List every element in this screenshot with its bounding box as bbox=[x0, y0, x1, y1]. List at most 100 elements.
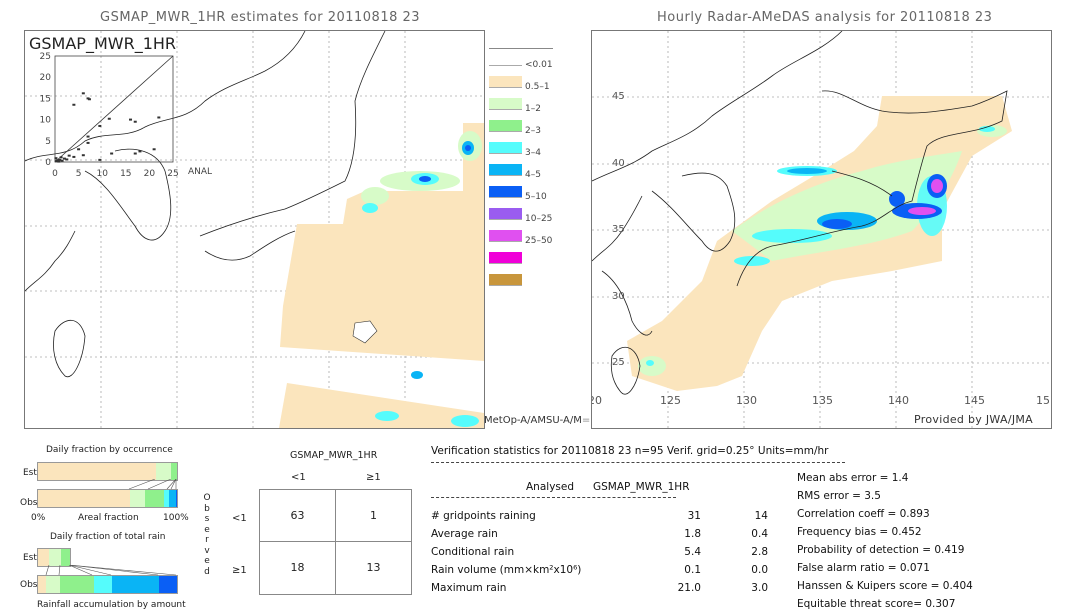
bar-segment bbox=[93, 576, 112, 593]
score-item: False alarm ratio = 0.071 bbox=[797, 562, 930, 574]
total-rain-obs-bar bbox=[37, 575, 178, 594]
stats-analysed: 1.8 bbox=[684, 528, 701, 540]
bar-segment bbox=[48, 549, 61, 566]
scatter-point bbox=[77, 148, 81, 151]
inset-ytick: 20 bbox=[40, 73, 52, 83]
legend-swatch bbox=[489, 120, 522, 132]
data-credit: Provided by JWA/JMA bbox=[914, 413, 1033, 426]
legend-item bbox=[489, 269, 553, 291]
lat-tick: 40 bbox=[612, 158, 625, 169]
score-item: Equitable threat score= 0.307 bbox=[797, 598, 956, 610]
score-item: Hanssen & Kuipers score = 0.404 bbox=[797, 580, 973, 592]
scatter-point bbox=[157, 116, 161, 119]
stats-label: Conditional rain bbox=[431, 546, 515, 558]
scatter-point bbox=[54, 157, 58, 160]
scatter-point bbox=[59, 156, 63, 159]
inset-scatter: 0 5 10 15 20 25 0 5 10 15 20 25 bbox=[40, 52, 179, 179]
legend-item: 0.5–1 bbox=[489, 71, 553, 93]
legend-swatch bbox=[489, 274, 522, 286]
bar-segment bbox=[60, 549, 70, 566]
cell-misses: 18 bbox=[290, 561, 305, 574]
legend-swatch bbox=[489, 76, 522, 88]
stats-model: 14 bbox=[754, 510, 768, 522]
contingency-grid: 63 1 18 13 bbox=[259, 489, 412, 595]
total-rain-title: Daily fraction of total rain bbox=[50, 532, 166, 542]
scatter-point bbox=[98, 158, 102, 161]
stats-analysed: 21.0 bbox=[677, 582, 701, 594]
bar-segment bbox=[38, 463, 157, 480]
contingency-table: GSMAP_MWR_1HR <1 ≥1 Observed <1 ≥1 63 1 … bbox=[195, 440, 425, 612]
verification-header: Verification statistics for 20110818 23 … bbox=[431, 445, 829, 457]
occurrence-x-left: 0% bbox=[31, 513, 46, 523]
col-model: GSMAP_MWR_1HR bbox=[593, 481, 690, 493]
legend-label: 3–4 bbox=[525, 148, 541, 158]
legend-swatch bbox=[489, 252, 522, 264]
contingency-row-lt: <1 bbox=[232, 513, 247, 524]
bar-segment bbox=[156, 463, 172, 480]
scatter-point bbox=[86, 135, 90, 138]
legend-label: 4–5 bbox=[525, 170, 541, 180]
total-rain-connectors bbox=[45, 565, 177, 576]
legend-item: 2–3 bbox=[489, 115, 553, 137]
cell-hits: 13 bbox=[366, 561, 381, 574]
lon-tick: 140 bbox=[888, 394, 909, 407]
inset-points bbox=[54, 92, 161, 163]
inset-xtick: 20 bbox=[144, 169, 156, 179]
occurrence-title: Daily fraction by occurrence bbox=[46, 445, 173, 455]
legend-swatch bbox=[489, 164, 522, 176]
legend-item: 1–2 bbox=[489, 93, 553, 115]
inset-ytick: 25 bbox=[40, 52, 51, 62]
score-item: Mean abs error = 1.4 bbox=[797, 472, 909, 484]
observed-letter: O bbox=[203, 493, 211, 503]
right-map-title: Hourly Radar-AMeDAS analysis for 2011081… bbox=[657, 10, 993, 25]
legend-label: 1–2 bbox=[525, 104, 541, 114]
bar-segment bbox=[145, 490, 165, 507]
stats-analysed: 5.4 bbox=[684, 546, 701, 558]
observed-letter: r bbox=[205, 535, 209, 545]
one-to-one-line bbox=[54, 55, 174, 163]
contingency-row-ge: ≥1 bbox=[232, 565, 247, 576]
stats-row: # gridpoints raining 31 14 bbox=[431, 510, 771, 526]
lat-tick: 30 bbox=[612, 291, 625, 302]
scatter-point bbox=[87, 98, 91, 101]
inset-ytick: 15 bbox=[40, 94, 51, 104]
stats-label: # gridpoints raining bbox=[431, 510, 536, 522]
col-analysed: Analysed bbox=[526, 481, 574, 493]
legend-swatch bbox=[489, 54, 522, 66]
legend-item bbox=[489, 247, 553, 269]
occurrence-x-right: 100% bbox=[163, 513, 189, 523]
columns-divider bbox=[431, 497, 676, 498]
stats-model: 0.0 bbox=[751, 564, 768, 576]
scatter-point bbox=[60, 159, 64, 162]
score-item: Frequency bias = 0.452 bbox=[797, 526, 922, 538]
color-legend: <0.01 0.5–1 1–2 2–3 3–4 4–5 5–10 10–25 25–50 bbox=[489, 48, 553, 291]
observed-letter: e bbox=[204, 556, 210, 566]
legend-label: 10–25 bbox=[525, 214, 553, 224]
bar-segment bbox=[158, 576, 177, 593]
cell-false-alarms: 1 bbox=[370, 509, 377, 522]
scatter-point bbox=[152, 148, 156, 151]
inset-xtick: 10 bbox=[96, 169, 108, 179]
inset-ytick: 10 bbox=[40, 116, 52, 126]
bar-segment bbox=[175, 490, 177, 507]
occurrence-x-label: Areal fraction bbox=[78, 513, 139, 523]
inset-xtick: 0 bbox=[52, 169, 58, 179]
scatter-point bbox=[133, 152, 137, 155]
contingency-model-label: GSMAP_MWR_1HR bbox=[290, 450, 378, 461]
scatter-point bbox=[81, 92, 85, 95]
right-map: 45 40 35 30 25 20 125 130 135 140 145 15 Provided … bbox=[591, 30, 1052, 429]
lon-tick: 145 bbox=[964, 394, 985, 407]
bar-segment bbox=[168, 490, 176, 507]
scatter-point bbox=[72, 103, 76, 106]
lon-tick: 135 bbox=[812, 394, 833, 407]
scatter-point bbox=[138, 150, 142, 153]
contingency-col-lt: <1 bbox=[291, 472, 306, 483]
bar-segment bbox=[129, 490, 146, 507]
scatter-point bbox=[67, 154, 71, 157]
legend-label: 5–10 bbox=[525, 192, 547, 202]
lon-tick: 20 bbox=[592, 394, 602, 407]
observed-letter: v bbox=[204, 545, 210, 556]
left-map-title: GSMAP_MWR_1HR estimates for 20110818 23 bbox=[100, 10, 421, 25]
stats-row: Conditional rain 5.4 2.8 bbox=[431, 546, 771, 562]
legend-label: 2–3 bbox=[525, 126, 541, 136]
